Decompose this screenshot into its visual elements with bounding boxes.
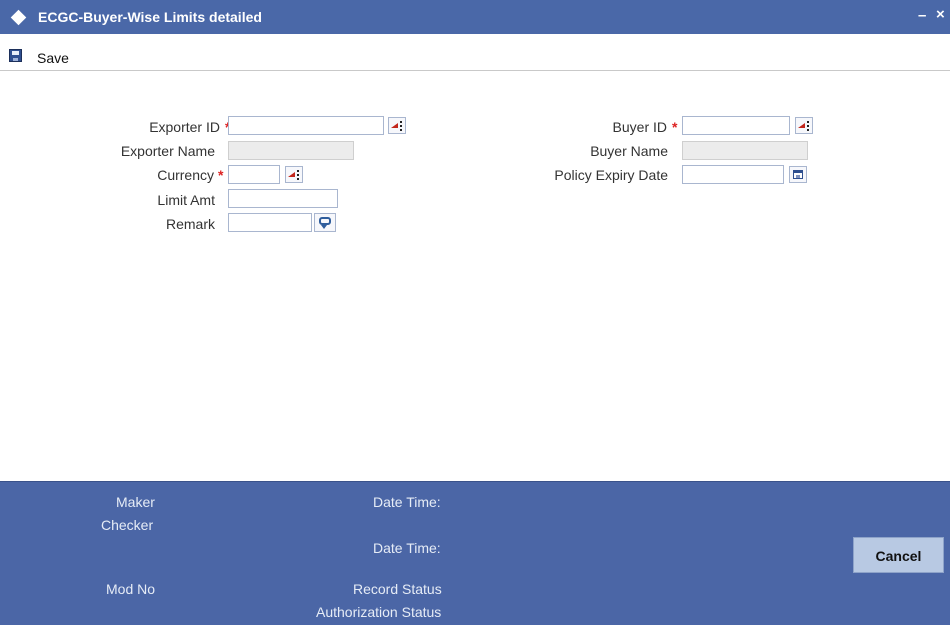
title-bar: ECGC-Buyer-Wise Limits detailed – × [0, 0, 950, 34]
calendar-icon [793, 170, 803, 179]
record-status-label: Record Status [353, 581, 442, 597]
exporter-name-field [228, 141, 354, 160]
save-floppy-icon [9, 49, 22, 62]
exporter-id-input[interactable] [228, 116, 384, 135]
buyer-id-label: Buyer ID [612, 119, 667, 135]
diamond-icon [10, 9, 27, 26]
buyer-id-input[interactable] [682, 116, 790, 135]
maker-label: Maker [116, 494, 155, 510]
policy-expiry-date-label: Policy Expiry Date [554, 167, 668, 183]
lov-arrow-icon [288, 172, 295, 177]
cancel-button[interactable]: Cancel [853, 537, 944, 573]
checker-label: Checker [101, 517, 154, 533]
toolbar: Save [0, 34, 950, 71]
remark-button[interactable] [314, 213, 336, 232]
exporter-id-label: Exporter ID [149, 119, 220, 135]
close-button[interactable]: × [936, 6, 945, 23]
save-label: Save [37, 50, 69, 66]
currency-label: Currency [157, 167, 214, 183]
checker-date-time-label: Date Time: [373, 540, 441, 556]
calendar-button[interactable] [789, 166, 807, 183]
currency-required-mark: * [218, 167, 224, 183]
policy-expiry-date-input[interactable] [682, 165, 784, 184]
maker-date-time-label: Date Time: [373, 494, 441, 510]
speech-bubble-icon [319, 217, 331, 225]
authorization-status-label: Authorization Status [316, 604, 442, 620]
buyer-id-lov-button[interactable] [795, 117, 813, 134]
window-title: ECGC-Buyer-Wise Limits detailed [38, 9, 262, 25]
buyer-id-required-mark: * [672, 119, 678, 135]
mod-no-label: Mod No [106, 581, 156, 597]
lov-dots-icon [807, 121, 809, 131]
lov-dots-icon [400, 121, 402, 131]
exporter-name-label: Exporter Name [120, 143, 215, 159]
limit-amt-input[interactable] [228, 189, 338, 208]
exporter-id-lov-button[interactable] [388, 117, 406, 134]
buyer-name-label: Buyer Name [590, 143, 668, 159]
lov-arrow-icon [391, 123, 398, 128]
currency-lov-button[interactable] [285, 166, 303, 183]
lov-dots-icon [297, 170, 299, 180]
currency-input[interactable] [228, 165, 280, 184]
lov-arrow-icon [798, 123, 805, 128]
remark-input[interactable] [228, 213, 312, 232]
remark-label: Remark [165, 216, 215, 232]
buyer-name-field [682, 141, 808, 160]
limit-amt-label: Limit Amt [157, 192, 215, 208]
minimize-button[interactable]: – [918, 7, 926, 24]
